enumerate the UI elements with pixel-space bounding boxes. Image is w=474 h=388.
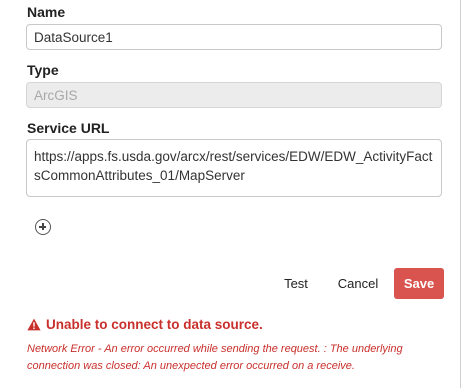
- service-url-input[interactable]: https://apps.fs.usda.gov/arcx/rest/servi…: [26, 139, 442, 197]
- panel-border: [460, 0, 461, 388]
- warning-icon: [27, 318, 41, 331]
- test-button[interactable]: Test: [278, 268, 314, 299]
- plus-circle-icon[interactable]: [35, 219, 51, 235]
- name-label: Name: [27, 4, 66, 20]
- save-button[interactable]: Save: [394, 268, 444, 299]
- error-message: Unable to connect to data source.: [27, 317, 263, 332]
- type-input: [26, 82, 442, 108]
- data-source-form: Name Type Service URL https://apps.fs.us…: [0, 0, 460, 388]
- name-input[interactable]: [26, 24, 442, 50]
- error-detail: Network Error - An error occurred while …: [27, 343, 403, 372]
- error-title: Unable to connect to data source.: [46, 317, 263, 332]
- service-url-label: Service URL: [27, 120, 110, 136]
- cancel-button[interactable]: Cancel: [336, 268, 380, 299]
- type-label: Type: [27, 62, 59, 78]
